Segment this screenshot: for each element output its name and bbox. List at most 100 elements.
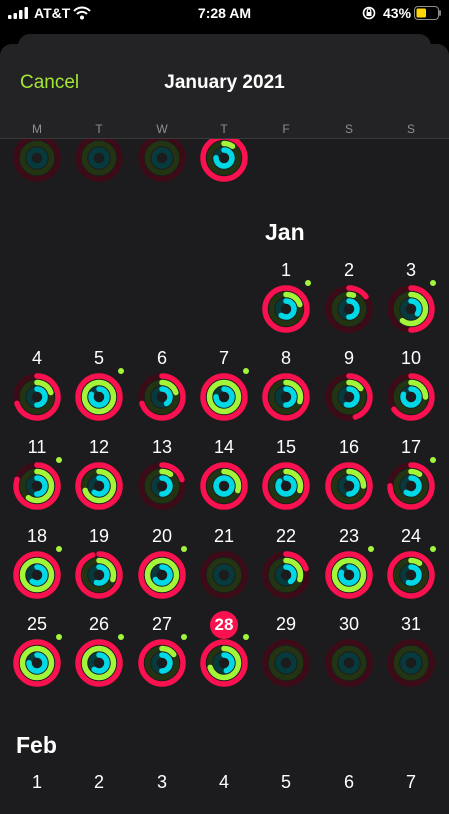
day-number[interactable]: 27 (144, 614, 180, 635)
weekday-label-mon: M (32, 122, 42, 136)
stand-ring-track (275, 652, 297, 674)
exercise-goal-dot (305, 280, 311, 286)
day-number[interactable]: 15 (268, 437, 304, 458)
day-number[interactable]: 3 (393, 260, 429, 281)
activity-rings[interactable] (12, 638, 62, 688)
day-number[interactable]: 8 (268, 348, 304, 369)
activity-rings[interactable] (386, 461, 436, 511)
weekday-label-fri: F (282, 122, 290, 136)
day-number[interactable]: 2 (81, 772, 117, 793)
calendar-sheet: Cancel January 2021 M T W T F S S Jan 1 2 3… (0, 44, 449, 814)
day-number[interactable]: 23 (331, 526, 367, 547)
stand-ring-track (151, 147, 173, 169)
day-number[interactable]: 6 (331, 772, 367, 793)
activity-rings[interactable] (199, 133, 249, 183)
day-number[interactable]: 30 (331, 614, 367, 635)
exercise-goal-dot (118, 634, 124, 640)
day-number[interactable]: 5 (81, 348, 117, 369)
exercise-goal-dot (181, 634, 187, 640)
day-number[interactable]: 13 (144, 437, 180, 458)
day-number[interactable]: 24 (393, 526, 429, 547)
weekday-label-tue: T (95, 122, 103, 136)
activity-rings[interactable] (137, 638, 187, 688)
exercise-goal-dot (181, 546, 187, 552)
activity-rings[interactable] (261, 461, 311, 511)
weekday-label-sun: S (406, 122, 415, 136)
nav-bar: Cancel January 2021 M T W T F S S (0, 44, 449, 139)
day-number[interactable]: 7 (206, 348, 242, 369)
day-number[interactable]: 17 (393, 437, 429, 458)
activity-rings[interactable] (386, 638, 436, 688)
activity-rings[interactable] (137, 372, 187, 422)
activity-rings[interactable] (12, 461, 62, 511)
activity-rings[interactable] (74, 550, 124, 600)
activity-rings[interactable] (386, 550, 436, 600)
day-number[interactable]: 1 (19, 772, 55, 793)
exercise-goal-dot (430, 280, 436, 286)
exercise-goal-dot (56, 634, 62, 640)
activity-rings[interactable] (199, 461, 249, 511)
day-number[interactable]: 14 (206, 437, 242, 458)
activity-rings[interactable] (137, 550, 187, 600)
day-number[interactable]: 9 (331, 348, 367, 369)
day-number[interactable]: 1 (268, 260, 304, 281)
day-number[interactable]: 12 (81, 437, 117, 458)
day-number[interactable]: 10 (393, 348, 429, 369)
activity-rings[interactable] (74, 461, 124, 511)
activity-rings[interactable] (386, 284, 436, 334)
activity-rings[interactable] (12, 133, 62, 183)
day-number[interactable]: 4 (206, 772, 242, 793)
day-number[interactable]: 28 (210, 611, 238, 639)
day-number[interactable]: 25 (19, 614, 55, 635)
activity-rings[interactable] (74, 638, 124, 688)
day-number[interactable]: 18 (19, 526, 55, 547)
activity-rings[interactable] (199, 550, 249, 600)
exercise-goal-dot (56, 457, 62, 463)
activity-rings[interactable] (74, 372, 124, 422)
activity-rings[interactable] (261, 550, 311, 600)
activity-rings[interactable] (137, 133, 187, 183)
day-number[interactable]: 5 (268, 772, 304, 793)
day-number[interactable]: 6 (144, 348, 180, 369)
exercise-goal-dot (56, 546, 62, 552)
day-number[interactable]: 21 (206, 526, 242, 547)
stand-ring-track (213, 564, 235, 586)
day-number[interactable]: 29 (268, 614, 304, 635)
activity-rings[interactable] (199, 638, 249, 688)
stand-ring (213, 475, 235, 497)
month-label-feb: Feb (16, 732, 57, 758)
activity-rings[interactable] (324, 638, 374, 688)
activity-rings[interactable] (12, 550, 62, 600)
day-number[interactable]: 2 (331, 260, 367, 281)
activity-rings[interactable] (74, 133, 124, 183)
day-number[interactable]: 22 (268, 526, 304, 547)
day-number[interactable]: 31 (393, 614, 429, 635)
activity-rings[interactable] (324, 550, 374, 600)
orientation-lock-icon (362, 6, 376, 20)
activity-rings[interactable] (324, 461, 374, 511)
weekday-label-sat: S (344, 122, 353, 136)
activity-rings[interactable] (261, 284, 311, 334)
activity-rings[interactable] (324, 284, 374, 334)
activity-rings[interactable] (324, 372, 374, 422)
activity-rings[interactable] (386, 372, 436, 422)
activity-rings[interactable] (261, 372, 311, 422)
day-number[interactable]: 4 (19, 348, 55, 369)
day-number[interactable]: 20 (144, 526, 180, 547)
day-number[interactable]: 19 (81, 526, 117, 547)
stand-ring-track (88, 147, 110, 169)
day-number[interactable]: 3 (144, 772, 180, 793)
day-number[interactable]: 7 (393, 772, 429, 793)
battery-percent: 43% (383, 5, 412, 21)
activity-rings[interactable] (12, 372, 62, 422)
exercise-goal-dot (243, 368, 249, 374)
day-number[interactable]: 26 (81, 614, 117, 635)
activity-rings[interactable] (261, 638, 311, 688)
activity-rings[interactable] (137, 461, 187, 511)
page-title: January 2021 (164, 72, 285, 93)
battery-icon (414, 6, 441, 20)
exercise-goal-dot (368, 546, 374, 552)
day-number[interactable]: 11 (19, 437, 55, 458)
activity-rings[interactable] (199, 372, 249, 422)
day-number[interactable]: 16 (331, 437, 367, 458)
